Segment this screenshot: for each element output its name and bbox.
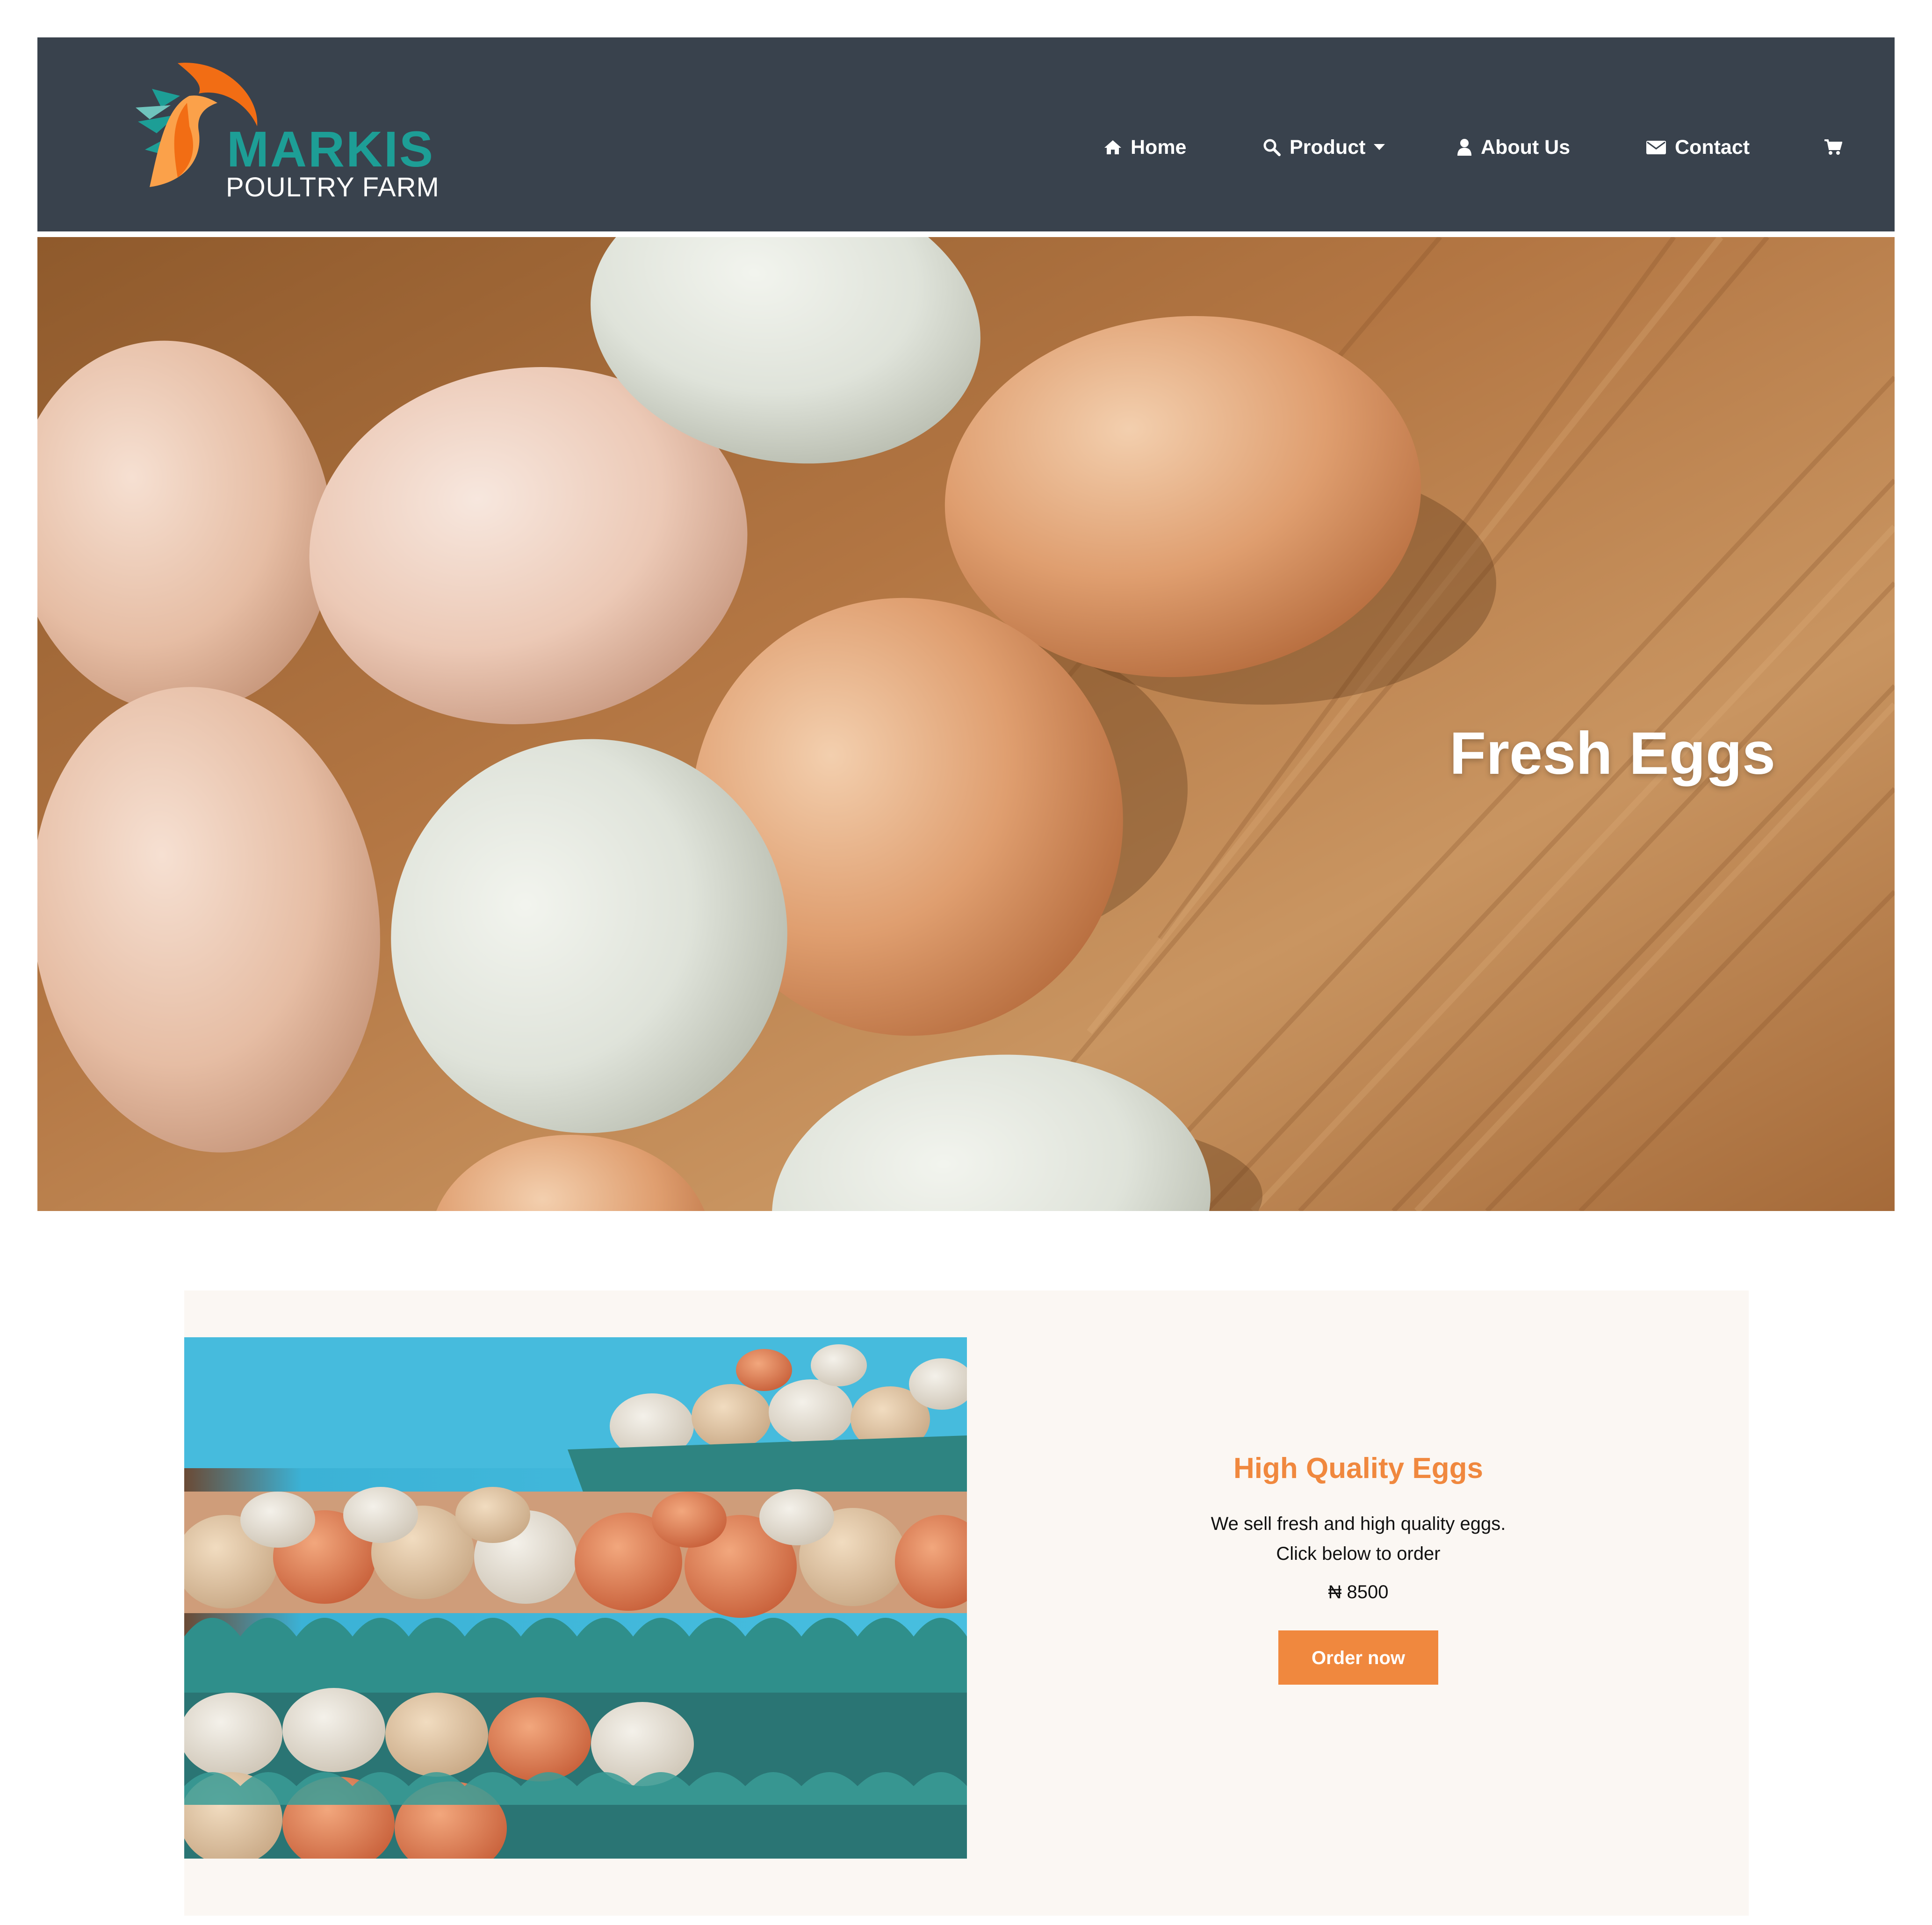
order-now-button[interactable]: Order now [1278, 1630, 1438, 1685]
product-price: ₦ 8500 [1328, 1582, 1389, 1602]
nav-about-label: About Us [1481, 136, 1571, 159]
product-description-line-1: We sell fresh and high quality eggs. [1211, 1514, 1506, 1534]
nav-home[interactable]: Home [1103, 133, 1186, 161]
nav-product[interactable]: Product [1262, 133, 1385, 161]
brand-tagline: POULTRY FARM [226, 172, 440, 202]
nav-contact[interactable]: Contact [1646, 133, 1750, 161]
user-icon [1457, 139, 1471, 156]
envelope-icon [1646, 141, 1666, 154]
brand-name: MARKIS [227, 121, 434, 177]
product-details: High Quality Eggs We sell fresh and high… [1089, 1449, 1627, 1685]
egg-trays-image [184, 1337, 967, 1859]
caret-down-icon [1374, 144, 1385, 150]
product-description-line-2: Click below to order [1276, 1543, 1441, 1564]
search-icon [1263, 139, 1281, 156]
header-divider [37, 231, 1895, 237]
nav-about-us[interactable]: About Us [1456, 133, 1570, 161]
hero-title: Fresh Eggs [1449, 720, 1776, 787]
nav-product-label: Product [1290, 136, 1366, 159]
hero-banner: Fresh Eggs [37, 237, 1895, 1211]
cart-icon [1824, 139, 1842, 155]
cart-button[interactable] [1824, 133, 1842, 161]
brand-logo[interactable]: MARKIS POULTRY FARM [133, 56, 442, 206]
egg-trays-illustration [184, 1337, 967, 1859]
nav-contact-label: Contact [1675, 136, 1750, 159]
home-icon [1104, 140, 1121, 154]
product-description: We sell fresh and high quality eggs. Cli… [1089, 1509, 1627, 1569]
nav-home-label: Home [1131, 136, 1187, 159]
product-title: High Quality Eggs [1233, 1452, 1483, 1485]
